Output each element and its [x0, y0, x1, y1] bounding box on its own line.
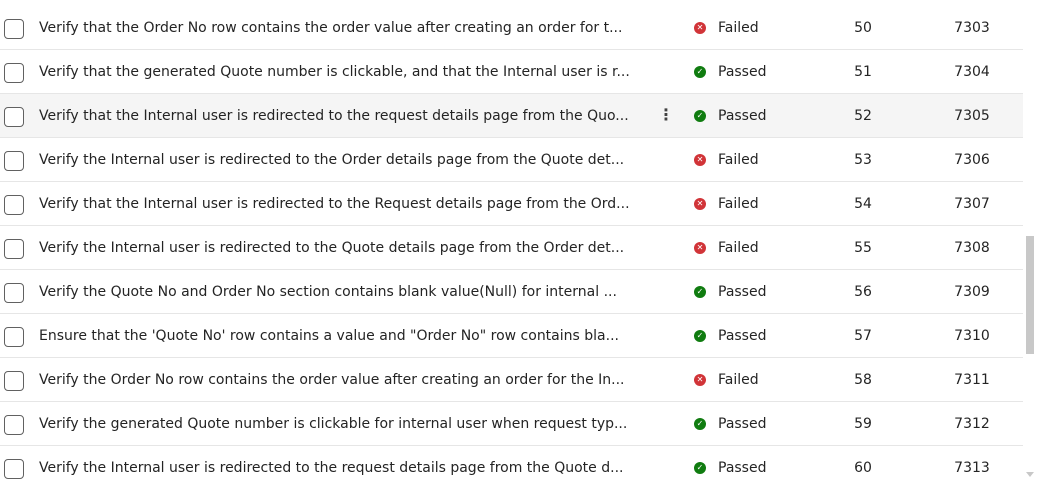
status-label: Passed — [718, 108, 767, 124]
order-cell: 55 — [854, 240, 872, 256]
status-cell: ✕ Failed — [694, 226, 759, 270]
test-case-title[interactable]: Verify the Internal user is redirected t… — [39, 446, 649, 482]
status-cell: ✕ Failed — [694, 182, 759, 226]
x-circle-icon: ✕ — [694, 198, 706, 210]
check-circle-icon: ✓ — [694, 462, 706, 474]
row-checkbox[interactable] — [4, 239, 24, 259]
id-cell: 7313 — [954, 460, 990, 476]
order-cell: 56 — [854, 284, 872, 300]
status-label: Failed — [718, 196, 759, 212]
row-checkbox[interactable] — [4, 107, 24, 127]
test-case-grid: Verify that the Order No row contains th… — [0, 6, 1023, 482]
status-label: Passed — [718, 416, 767, 432]
status-label: Passed — [718, 460, 767, 476]
order-cell: 52 — [854, 108, 872, 124]
table-row[interactable]: Verify that the generated Quote number i… — [0, 50, 1023, 94]
row-checkbox[interactable] — [4, 151, 24, 171]
test-case-title[interactable]: Verify that the generated Quote number i… — [39, 50, 649, 94]
id-cell: 7310 — [954, 328, 990, 344]
id-cell: 7312 — [954, 416, 990, 432]
row-checkbox[interactable] — [4, 415, 24, 435]
scroll-down-icon[interactable] — [1026, 472, 1034, 477]
check-circle-icon: ✓ — [694, 110, 706, 122]
id-cell: 7305 — [954, 108, 990, 124]
order-cell: 60 — [854, 460, 872, 476]
test-case-title[interactable]: Verify the generated Quote number is cli… — [39, 402, 649, 446]
x-circle-icon: ✕ — [694, 374, 706, 386]
test-case-title[interactable]: Ensure that the 'Quote No' row contains … — [39, 314, 649, 358]
check-circle-icon: ✓ — [694, 286, 706, 298]
row-checkbox[interactable] — [4, 327, 24, 347]
status-cell: ✕ Failed — [694, 358, 759, 402]
id-cell: 7304 — [954, 64, 990, 80]
id-cell: 7306 — [954, 152, 990, 168]
table-row[interactable]: Verify the Internal user is redirected t… — [0, 226, 1023, 270]
status-label: Failed — [718, 20, 759, 36]
test-case-title[interactable]: Verify the Order No row contains the ord… — [39, 358, 649, 402]
test-case-title[interactable]: Verify that the Internal user is redirec… — [39, 182, 649, 226]
check-circle-icon: ✓ — [694, 66, 706, 78]
test-case-title[interactable]: Verify the Internal user is redirected t… — [39, 138, 649, 182]
row-checkbox[interactable] — [4, 371, 24, 391]
status-cell: ✓ Passed — [694, 402, 766, 446]
order-cell: 51 — [854, 64, 872, 80]
status-label: Passed — [718, 284, 767, 300]
status-cell: ✓ Passed — [694, 314, 766, 358]
order-cell: 53 — [854, 152, 872, 168]
row-checkbox[interactable] — [4, 19, 24, 39]
id-cell: 7307 — [954, 196, 990, 212]
table-row[interactable]: Verify that the Internal user is redirec… — [0, 182, 1023, 226]
x-circle-icon: ✕ — [694, 22, 706, 34]
vertical-scrollbar[interactable] — [1023, 0, 1037, 482]
status-label: Passed — [718, 328, 767, 344]
id-cell: 7311 — [954, 372, 990, 388]
status-label: Passed — [718, 64, 767, 80]
status-cell: ✓ Passed — [694, 94, 766, 138]
check-circle-icon: ✓ — [694, 418, 706, 430]
table-row[interactable]: Verify that the Order No row contains th… — [0, 6, 1023, 50]
row-checkbox[interactable] — [4, 63, 24, 83]
test-case-list: Verify that the Order No row contains th… — [0, 0, 1037, 482]
order-cell: 57 — [854, 328, 872, 344]
order-cell: 50 — [854, 20, 872, 36]
status-cell: ✕ Failed — [694, 138, 759, 182]
table-row[interactable]: Verify the Quote No and Order No section… — [0, 270, 1023, 314]
status-label: Failed — [718, 152, 759, 168]
x-circle-icon: ✕ — [694, 242, 706, 254]
status-label: Failed — [718, 372, 759, 388]
id-cell: 7303 — [954, 20, 990, 36]
table-row[interactable]: Verify that the Internal user is redirec… — [0, 94, 1023, 138]
row-checkbox[interactable] — [4, 195, 24, 215]
status-label: Failed — [718, 240, 759, 256]
test-case-title[interactable]: Verify the Quote No and Order No section… — [39, 270, 649, 314]
order-cell: 59 — [854, 416, 872, 432]
row-checkbox[interactable] — [4, 459, 24, 479]
table-row[interactable]: Verify the generated Quote number is cli… — [0, 402, 1023, 446]
test-case-title[interactable]: Verify the Internal user is redirected t… — [39, 226, 649, 270]
id-cell: 7309 — [954, 284, 990, 300]
test-case-title[interactable]: Verify that the Internal user is redirec… — [39, 94, 649, 138]
table-row[interactable]: Verify the Order No row contains the ord… — [0, 358, 1023, 402]
status-cell: ✕ Failed — [694, 6, 759, 50]
test-case-title[interactable]: Verify that the Order No row contains th… — [39, 6, 649, 50]
more-options-icon[interactable]: ⋮ — [658, 94, 674, 138]
table-row[interactable]: Ensure that the 'Quote No' row contains … — [0, 314, 1023, 358]
status-cell: ✓ Passed — [694, 50, 766, 94]
check-circle-icon: ✓ — [694, 330, 706, 342]
status-cell: ✓ Passed — [694, 270, 766, 314]
order-cell: 54 — [854, 196, 872, 212]
id-cell: 7308 — [954, 240, 990, 256]
table-row[interactable]: Verify the Internal user is redirected t… — [0, 446, 1023, 482]
order-cell: 58 — [854, 372, 872, 388]
status-cell: ✓ Passed — [694, 446, 766, 482]
x-circle-icon: ✕ — [694, 154, 706, 166]
scrollbar-thumb[interactable] — [1026, 236, 1034, 354]
row-checkbox[interactable] — [4, 283, 24, 303]
table-row[interactable]: Verify the Internal user is redirected t… — [0, 138, 1023, 182]
